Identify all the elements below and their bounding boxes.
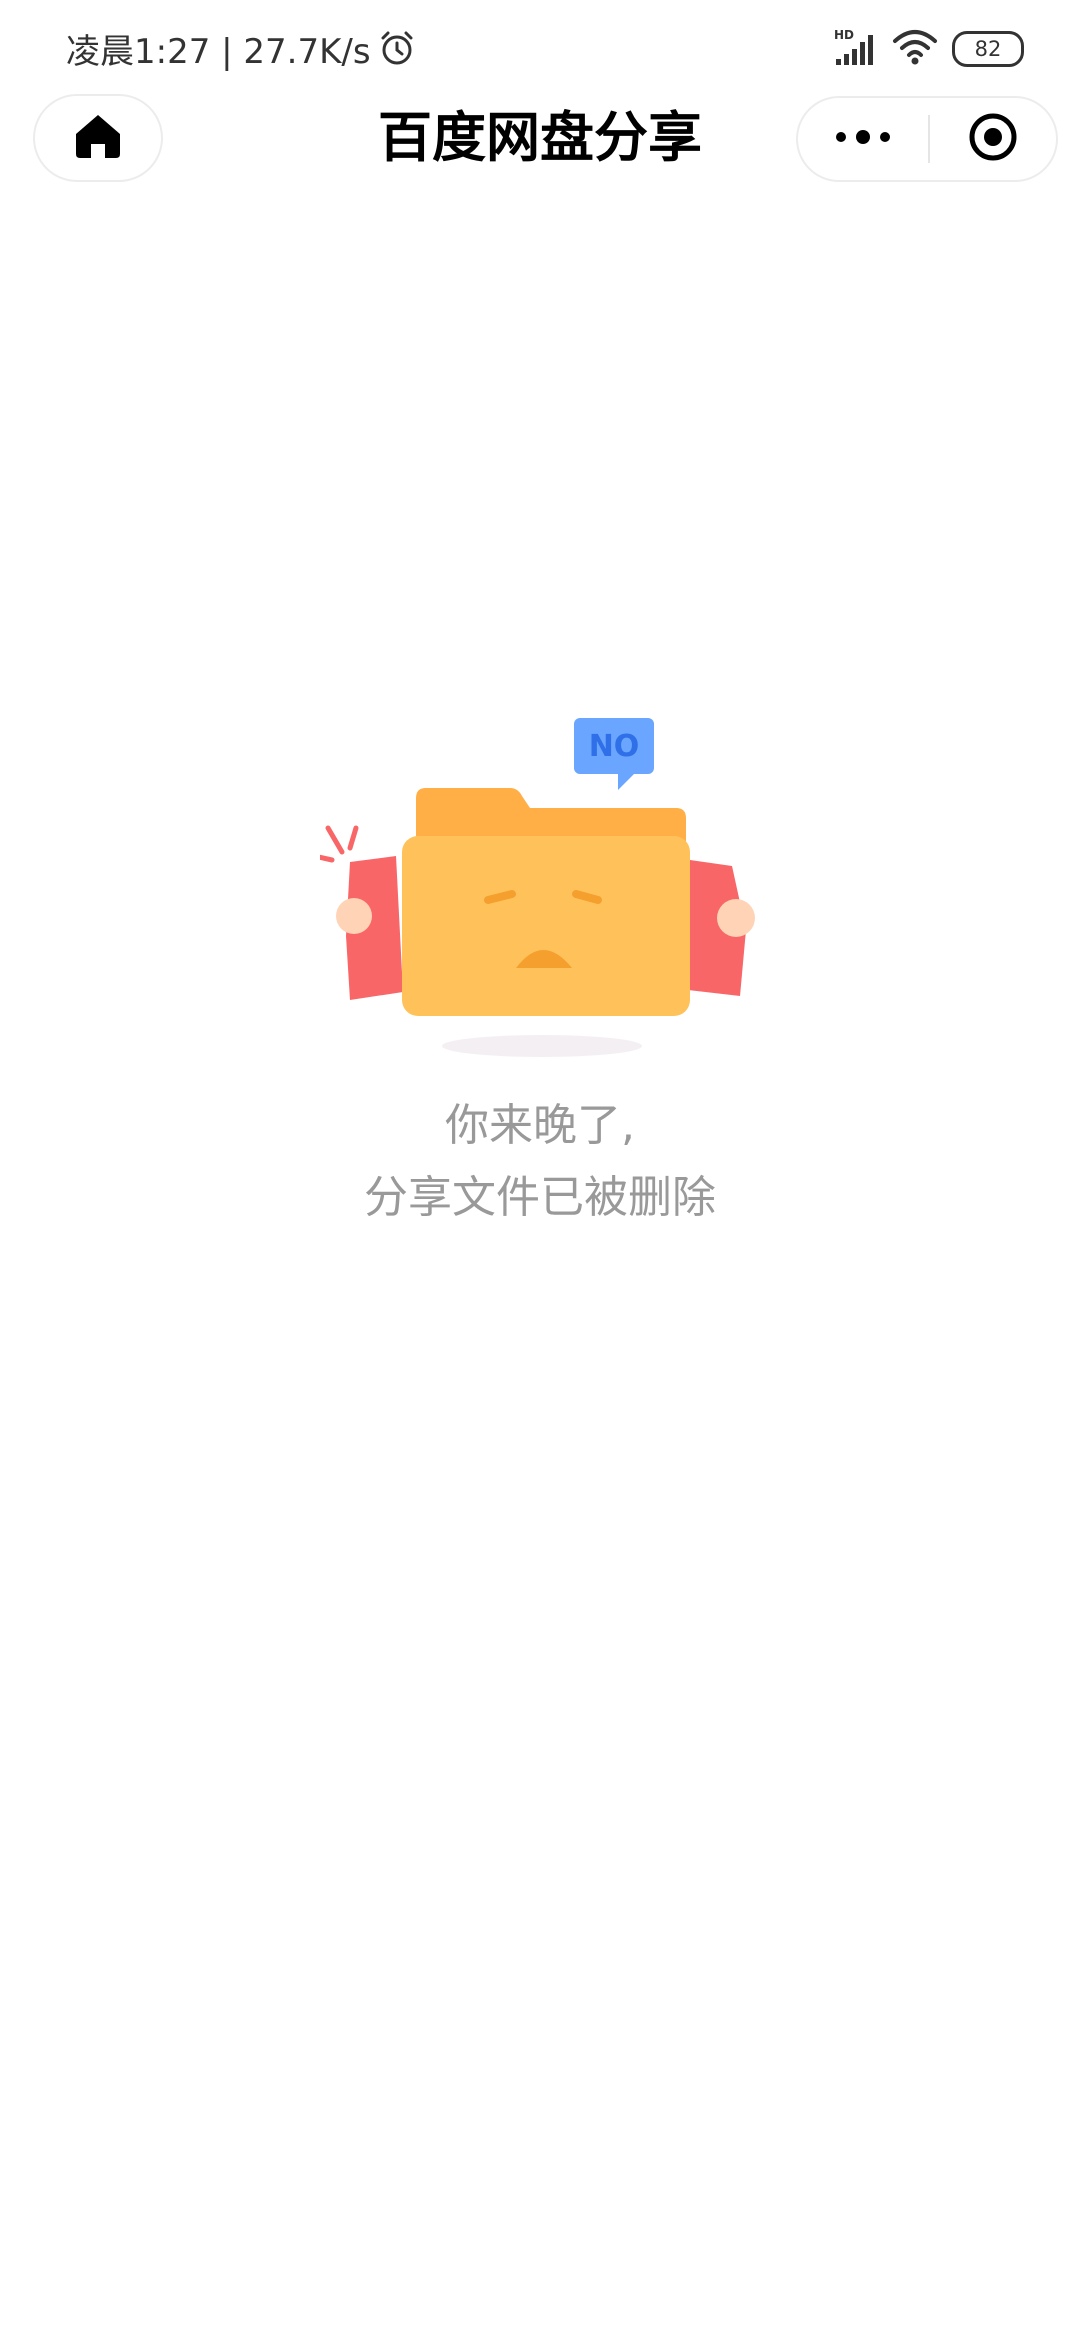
close-target-icon [968, 112, 1018, 166]
bubble-text: NO [589, 729, 640, 764]
signal-icon: HD [834, 27, 878, 71]
battery-level: 82 [974, 37, 1002, 61]
status-time: 凌晨1:27 | 27.7K/s [66, 31, 371, 72]
battery-icon: 82 [952, 31, 1024, 67]
alarm-icon [377, 28, 417, 68]
status-left: 凌晨1:27 | 27.7K/s [66, 22, 417, 74]
nav-bar: 百度网盘分享 [0, 92, 1080, 192]
close-button[interactable] [930, 98, 1056, 180]
network-badge: HD [834, 28, 854, 42]
more-icon [835, 129, 891, 149]
illustration-shadow [442, 1035, 642, 1057]
more-button[interactable] [798, 98, 928, 180]
status-right: HD 82 [834, 26, 1024, 72]
empty-message-line1: 你来晚了, [445, 1100, 635, 1151]
no-speech-bubble: NO [574, 718, 654, 790]
status-bar: 凌晨1:27 | 27.7K/s HD 82 [0, 0, 1080, 92]
empty-state-message: 你来晚了, 分享文件已被删除 [0, 1090, 1080, 1234]
menu-capsule [796, 96, 1058, 182]
left-paper [311, 825, 403, 1000]
right-paper [688, 860, 755, 996]
empty-message-line2: 分享文件已被删除 [364, 1172, 716, 1223]
folder-icon [402, 788, 690, 1016]
empty-illustration: NO [311, 700, 760, 1070]
wifi-icon [892, 27, 938, 71]
